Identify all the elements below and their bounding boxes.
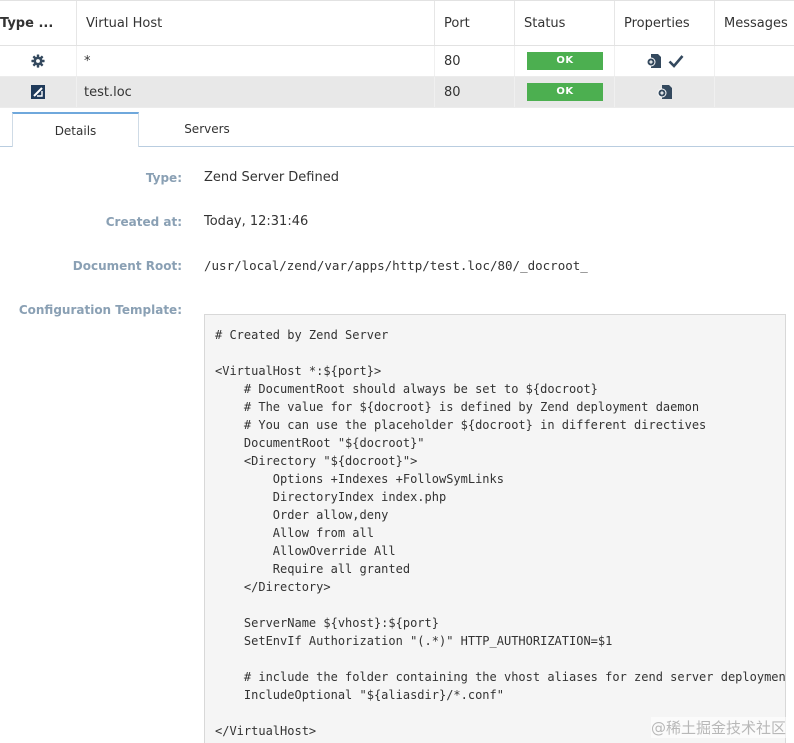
messages-cell [715,77,794,107]
port-cell: 80 [435,46,515,76]
document-icon[interactable] [646,53,662,69]
created-at-value: Today, 12:31:46 [204,214,309,229]
type-cell [0,77,77,107]
type-value: Zend Server Defined [204,170,339,185]
configuration-template-label: Configuration Template: [18,303,182,317]
status-cell: OK [515,77,615,107]
column-header-virtual-host[interactable]: Virtual Host [77,1,435,45]
column-header-type[interactable]: Type ... [0,1,77,45]
watermark: @稀土掘金技术社区 [650,717,786,738]
status-cell: OK [515,46,615,76]
page: Type ... Virtual Host Port Status Proper… [0,0,794,743]
detail-tabs: Details Servers [0,112,794,147]
table-row[interactable]: * 80 OK [0,46,794,77]
properties-cell [615,77,715,107]
tab-details[interactable]: Details [12,112,139,147]
table-header: Type ... Virtual Host Port Status Proper… [0,0,794,46]
port-cell: 80 [435,77,515,107]
column-header-messages[interactable]: Messages [715,1,794,45]
status-badge: OK [527,83,603,101]
virtual-host-cell: * [77,46,435,76]
document-root-value: /usr/local/zend/var/apps/http/test.loc/8… [204,258,588,273]
created-at-label: Created at: [105,215,182,229]
virtual-hosts-table: Type ... Virtual Host Port Status Proper… [0,0,794,108]
zend-logo-icon [31,85,45,99]
type-label: Type: [145,171,182,185]
column-header-status[interactable]: Status [515,1,615,45]
table-row[interactable]: test.loc 80 OK [0,77,794,108]
type-cell [0,46,77,76]
checkmark-icon [668,54,684,68]
column-header-port[interactable]: Port [435,1,515,45]
configuration-template-box: # Created by Zend Server <VirtualHost *:… [204,314,786,743]
gear-icon [31,54,45,68]
virtual-host-cell: test.loc [77,77,435,107]
document-icon[interactable] [657,84,673,100]
tab-servers[interactable]: Servers [140,112,274,146]
messages-cell [715,46,794,76]
column-header-properties[interactable]: Properties [615,1,715,45]
document-root-label: Document Root: [72,259,182,273]
properties-cell [615,46,715,76]
configuration-template-code: # Created by Zend Server <VirtualHost *:… [215,328,786,738]
status-badge: OK [527,52,603,70]
